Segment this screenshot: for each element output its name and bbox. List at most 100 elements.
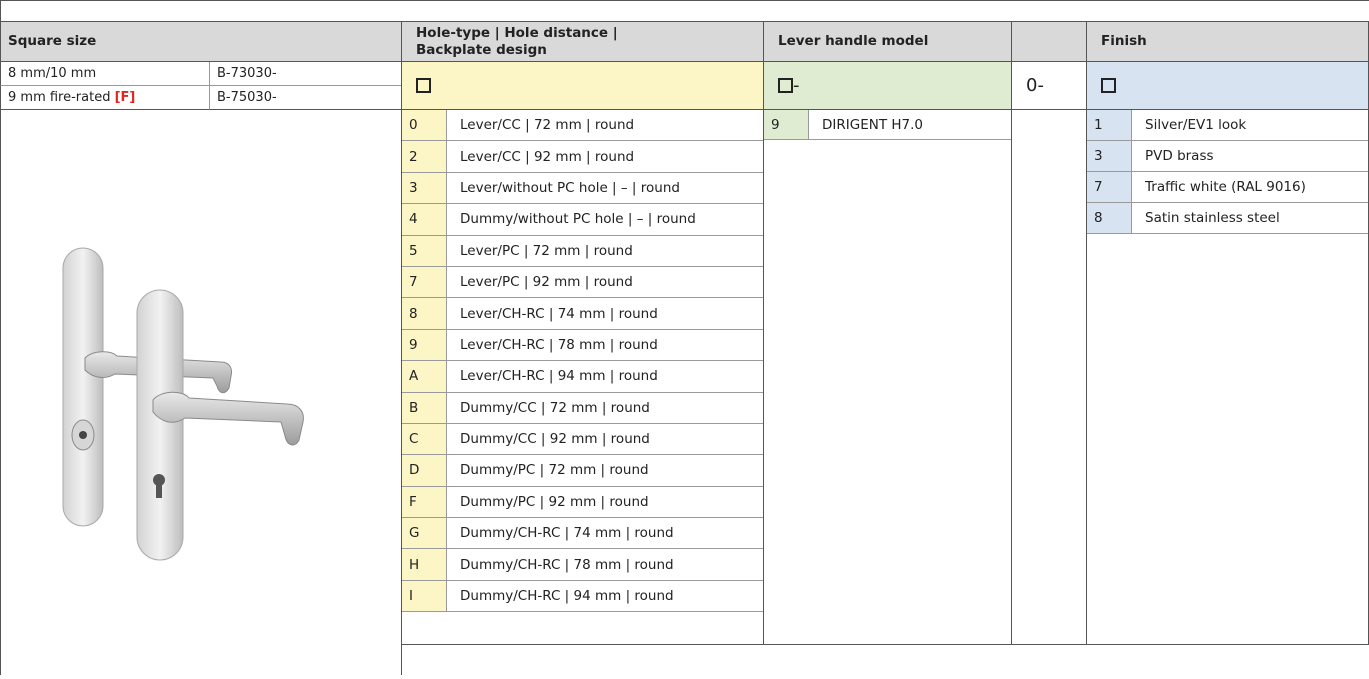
image-region: [0, 110, 401, 675]
finish-description: Satin stainless steel: [1132, 203, 1368, 233]
hole-type-description: Lever/CH-RC | 74 mm | round: [447, 298, 763, 329]
top-rule: [0, 0, 1369, 1]
hole-type-code: B: [402, 392, 447, 423]
lever-code-separator: -: [793, 75, 800, 96]
hole-type-code: 7: [402, 266, 447, 298]
header-hole-type-line2: Backplate design: [416, 41, 547, 58]
hole-type-row[interactable]: H Dummy/CH-RC | 78 mm | round: [402, 549, 763, 581]
back-keyhole: [79, 431, 87, 439]
finish-row[interactable]: 8 Satin stainless steel: [1087, 203, 1368, 234]
finish-row[interactable]: 1 Silver/EV1 look: [1087, 110, 1368, 141]
bottom-rule: [401, 644, 1369, 645]
header-lever-model-label: Lever handle model: [778, 33, 929, 49]
lever-model-selector[interactable]: -: [763, 62, 1011, 110]
lever-model-code: 9: [764, 110, 809, 139]
hole-type-description: Dummy/PC | 92 mm | round: [447, 486, 763, 518]
finish-description: Silver/EV1 look: [1132, 110, 1368, 140]
bottom-left-rule: [401, 644, 402, 675]
square-label: 8 mm/10 mm: [8, 66, 97, 81]
hole-type-description: Dummy/CC | 72 mm | round: [447, 392, 763, 423]
square-row-code-2: B-75030-: [209, 86, 401, 110]
hole-type-row[interactable]: 3 Lever/without PC hole | – | round: [402, 172, 763, 205]
hole-type-description: Lever/CH-RC | 94 mm | round: [447, 361, 763, 392]
fire-rated-badge: [F]: [114, 90, 136, 105]
lever-model-description: DIRIGENT H7.0: [809, 110, 1011, 139]
hole-type-description: Dummy/PC | 72 mm | round: [447, 455, 763, 486]
header-lever-model: Lever handle model: [763, 21, 1011, 62]
header-fixed: [1011, 21, 1086, 62]
fixed-code-cell: 0-: [1011, 62, 1086, 110]
header-hole-type-line1: Hole-type | Hole distance |: [416, 24, 618, 41]
hole-type-row[interactable]: 5 Lever/PC | 72 mm | round: [402, 235, 763, 267]
header-finish-label: Finish: [1101, 33, 1147, 49]
hole-type-code: A: [402, 361, 447, 392]
finish-code: 3: [1087, 141, 1132, 171]
hole-type-code: 8: [402, 298, 447, 329]
square-row-label-1: 8 mm/10 mm: [0, 62, 209, 86]
fixed-column: [1011, 110, 1086, 645]
hole-type-row[interactable]: 0 Lever/CC | 72 mm | round: [402, 110, 763, 142]
finish-description: PVD brass: [1132, 141, 1368, 171]
hole-type-code: C: [402, 423, 447, 455]
hole-type-checkbox[interactable]: [416, 78, 431, 93]
header-square-size: Square size: [0, 21, 401, 62]
fixed-code: 0-: [1026, 75, 1044, 96]
hole-type-row[interactable]: I Dummy/CH-RC | 94 mm | round: [402, 580, 763, 613]
square-row-code-1: B-73030-: [209, 62, 401, 86]
hole-type-description: Dummy/CH-RC | 94 mm | round: [447, 580, 763, 612]
product-configuration-table: Square size Hole-type | Hole distance | …: [0, 0, 1369, 675]
finish-description: Traffic white (RAL 9016): [1132, 172, 1368, 202]
square-code: B-75030-: [217, 90, 277, 105]
finish-row[interactable]: 7 Traffic white (RAL 9016): [1087, 172, 1368, 203]
hole-type-code: 2: [402, 141, 447, 172]
hole-type-description: Lever/CC | 92 mm | round: [447, 141, 763, 172]
hole-type-row[interactable]: B Dummy/CC | 72 mm | round: [402, 392, 763, 424]
hole-type-code: 5: [402, 235, 447, 266]
hole-type-code: H: [402, 549, 447, 580]
hole-type-code: 0: [402, 110, 447, 141]
finish-code: 1: [1087, 110, 1132, 140]
front-plate: [136, 289, 184, 561]
hole-type-code: I: [402, 580, 447, 612]
finish-selector[interactable]: [1086, 62, 1369, 110]
hole-type-description: Dummy/without PC hole | – | round: [447, 204, 763, 235]
hole-type-code: 9: [402, 329, 447, 361]
hole-type-description: Lever/PC | 72 mm | round: [447, 235, 763, 266]
header-square-size-label: Square size: [8, 33, 97, 49]
lever-model-list: 9 DIRIGENT H7.0: [763, 110, 1011, 645]
hole-type-code: F: [402, 486, 447, 518]
hole-type-row[interactable]: 8 Lever/CH-RC | 74 mm | round: [402, 298, 763, 330]
hole-type-row[interactable]: D Dummy/PC | 72 mm | round: [402, 455, 763, 487]
hole-type-selector[interactable]: [401, 62, 763, 110]
hole-type-description: Dummy/CH-RC | 78 mm | round: [447, 549, 763, 580]
lever-model-checkbox[interactable]: [778, 78, 793, 93]
hole-type-list: 0 Lever/CC | 72 mm | round 2 Lever/CC | 92 …: [401, 110, 763, 645]
hole-type-description: Dummy/CC | 92 mm | round: [447, 423, 763, 455]
door-lever-handle-set-illustration: [62, 247, 304, 561]
finish-code: 8: [1087, 203, 1132, 233]
hole-type-description: Lever/CH-RC | 78 mm | round: [447, 329, 763, 361]
square-code: B-73030-: [217, 66, 277, 81]
hole-type-code: G: [402, 518, 447, 549]
hole-type-code: 3: [402, 172, 447, 204]
hole-type-row[interactable]: 2 Lever/CC | 92 mm | round: [402, 141, 763, 173]
hole-type-description: Lever/PC | 92 mm | round: [447, 266, 763, 298]
header-finish: Finish: [1086, 21, 1369, 62]
hole-type-row[interactable]: 9 Lever/CH-RC | 78 mm | round: [402, 329, 763, 362]
header-hole-type-label: Hole-type | Hole distance | Backplate de…: [416, 25, 618, 59]
finish-row[interactable]: 3 PVD brass: [1087, 141, 1368, 172]
lever-model-row[interactable]: 9 DIRIGENT H7.0: [764, 110, 1011, 140]
hole-type-description: Dummy/CH-RC | 74 mm | round: [447, 518, 763, 549]
front-keyhole-bottom: [156, 480, 162, 498]
hole-type-row[interactable]: 4 Dummy/without PC hole | – | round: [402, 204, 763, 236]
hole-type-code: D: [402, 455, 447, 486]
hole-type-row[interactable]: F Dummy/PC | 92 mm | round: [402, 486, 763, 519]
hole-type-row[interactable]: 7 Lever/PC | 92 mm | round: [402, 266, 763, 299]
finish-checkbox[interactable]: [1101, 78, 1116, 93]
hole-type-row[interactable]: A Lever/CH-RC | 94 mm | round: [402, 361, 763, 393]
hole-type-row[interactable]: C Dummy/CC | 92 mm | round: [402, 423, 763, 456]
hole-type-description: Lever/CC | 72 mm | round: [447, 110, 763, 141]
hole-type-description: Lever/without PC hole | – | round: [447, 172, 763, 204]
square-label: 9 mm fire-rated: [8, 90, 115, 105]
hole-type-row[interactable]: G Dummy/CH-RC | 74 mm | round: [402, 518, 763, 550]
